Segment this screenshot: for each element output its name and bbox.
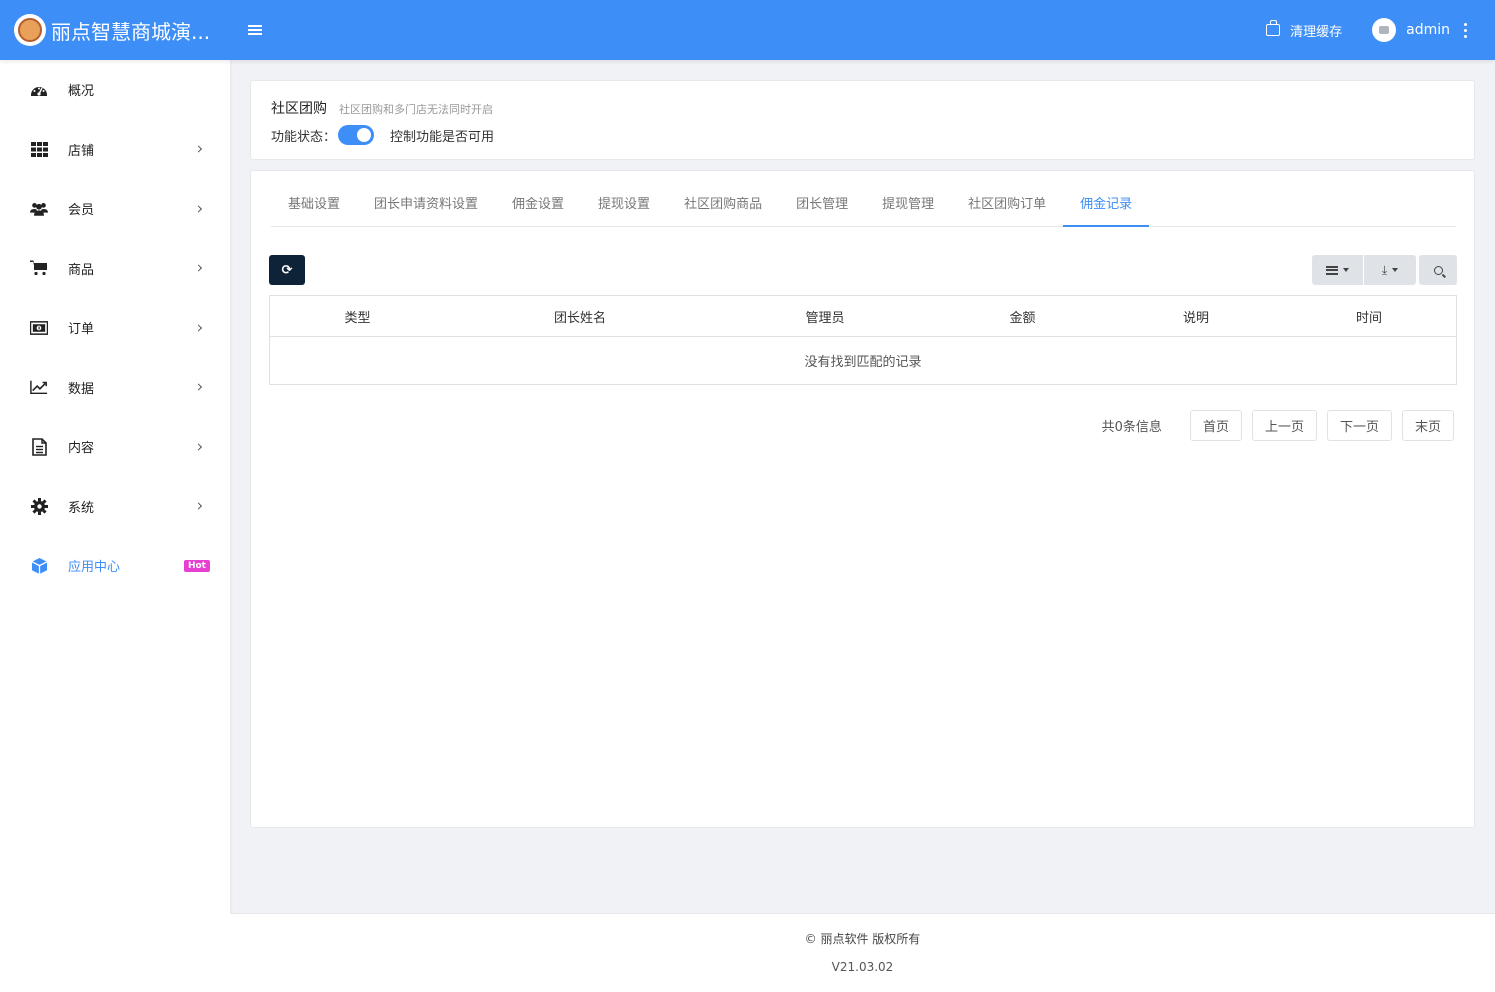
sidebar-item-label: 应用中心 <box>68 560 121 576</box>
table-toolbar: ⤓ <box>1312 255 1457 285</box>
avatar <box>1372 18 1397 42</box>
chevron-right-icon <box>194 264 203 272</box>
column-header-amount[interactable]: 金额 <box>935 296 1110 336</box>
users-icon <box>30 200 48 218</box>
dashboard-icon <box>30 81 48 99</box>
tab-group-buy-orders[interactable]: 社区团购订单 <box>951 189 1063 227</box>
top-bar: 丽点智慧商城演... 清理缓存 admin <box>0 0 1495 60</box>
sidebar-item-overview[interactable]: 概况 <box>0 60 230 120</box>
clear-cache-label: 清理缓存 <box>1290 24 1343 40</box>
tab-group-buy-products[interactable]: 社区团购商品 <box>667 189 779 227</box>
sidebar-item-label: 订单 <box>68 322 95 338</box>
brand[interactable]: 丽点智慧商城演... <box>0 0 230 60</box>
prev-page-button[interactable]: 上一页 <box>1251 410 1317 441</box>
sidebar-item-label: 系统 <box>68 500 95 516</box>
column-header-leader-name[interactable]: 团长姓名 <box>445 296 715 336</box>
chevron-right-icon <box>194 324 203 332</box>
sidebar-item-content[interactable]: 内容 <box>0 417 230 477</box>
sidebar-item-label: 概况 <box>68 84 95 100</box>
more-vertical-icon[interactable] <box>1464 22 1467 38</box>
chevron-right-icon <box>194 145 203 153</box>
search-icon <box>1433 265 1443 275</box>
tab-commission-settings[interactable]: 佣金设置 <box>495 189 581 227</box>
empty-message: 没有找到匹配的记录 <box>804 355 922 370</box>
username: admin <box>1406 22 1450 38</box>
records-table: 类型 团长姓名 管理员 金额 说明 时间 没有找到匹配的记录 <box>269 295 1457 385</box>
gear-icon <box>30 497 48 515</box>
list-icon <box>1326 265 1338 275</box>
sidebar: 概况 店铺 会员 商品 订单 数据 内容 系统 应用中心 Hot <box>0 60 230 992</box>
main-card: 基础设置 团长申请资料设置 佣金设置 提现设置 社区团购商品 团长管理 提现管理… <box>250 170 1475 828</box>
first-page-button[interactable]: 首页 <box>1189 410 1242 441</box>
column-header-description[interactable]: 说明 <box>1110 296 1282 336</box>
feature-toggle[interactable] <box>338 125 375 145</box>
search-button[interactable] <box>1419 255 1457 285</box>
logo-icon <box>14 14 46 46</box>
export-button[interactable]: ⤓ <box>1364 255 1416 285</box>
tab-commission-records[interactable]: 佣金记录 <box>1063 189 1150 227</box>
pagination: 共0条信息 首页 上一页 下一页 末页 <box>1102 410 1454 441</box>
sidebar-item-system[interactable]: 系统 <box>0 477 230 537</box>
status-description: 控制功能是否可用 <box>390 129 495 145</box>
chart-line-icon <box>30 378 48 396</box>
cart-icon <box>30 259 48 277</box>
tab-leader-application-settings[interactable]: 团长申请资料设置 <box>357 189 495 227</box>
basket-icon <box>1266 20 1281 36</box>
chevron-right-icon <box>194 443 203 451</box>
sidebar-item-label: 会员 <box>68 203 95 219</box>
caret-down-icon <box>1392 268 1399 272</box>
sidebar-item-label: 店铺 <box>68 143 95 159</box>
feature-status-card: 社区团购 社区团购和多门店无法同时开启 功能状态： 控制功能是否可用 <box>250 80 1475 160</box>
tab-withdrawal-settings[interactable]: 提现设置 <box>581 189 667 227</box>
column-header-time[interactable]: 时间 <box>1282 296 1456 336</box>
feature-title: 社区团购 <box>271 101 327 117</box>
grid-icon <box>30 140 48 158</box>
tab-basic-settings[interactable]: 基础设置 <box>271 189 357 227</box>
refresh-button[interactable]: ⟳ <box>269 255 305 285</box>
brand-title: 丽点智慧商城演... <box>51 19 211 44</box>
sidebar-item-store[interactable]: 店铺 <box>0 120 230 180</box>
sidebar-item-label: 内容 <box>68 441 95 457</box>
chevron-right-icon <box>194 383 203 391</box>
tab-bar: 基础设置 团长申请资料设置 佣金设置 提现设置 社区团购商品 团长管理 提现管理… <box>271 189 1456 227</box>
footer: © 丽点软件 版权所有 V21.03.02 <box>230 913 1495 992</box>
tab-withdrawal-management[interactable]: 提现管理 <box>865 189 951 227</box>
sidebar-item-app-center[interactable]: 应用中心 Hot <box>0 536 230 596</box>
columns-toggle-button[interactable] <box>1312 255 1363 285</box>
copyright: © 丽点软件 版权所有 <box>804 932 921 946</box>
version: V21.03.02 <box>831 960 894 974</box>
sidebar-item-label: 数据 <box>68 381 95 397</box>
last-page-button[interactable]: 末页 <box>1401 410 1454 441</box>
menu-toggle-icon[interactable] <box>248 25 262 35</box>
chevron-right-icon <box>194 502 203 510</box>
chevron-right-icon <box>194 205 203 213</box>
next-page-button[interactable]: 下一页 <box>1326 410 1392 441</box>
column-header-type[interactable]: 类型 <box>270 296 445 336</box>
user-menu[interactable]: admin <box>1372 18 1450 42</box>
status-label: 功能状态： <box>271 129 337 145</box>
total-count: 共0条信息 <box>1101 420 1162 435</box>
sidebar-item-orders[interactable]: 订单 <box>0 298 230 358</box>
document-icon <box>30 437 48 456</box>
money-icon <box>30 319 48 337</box>
sidebar-item-label: 商品 <box>68 262 95 278</box>
table-header: 类型 团长姓名 管理员 金额 说明 时间 <box>270 296 1456 337</box>
clear-cache-button[interactable]: 清理缓存 <box>1266 20 1343 40</box>
sidebar-item-data[interactable]: 数据 <box>0 358 230 418</box>
caret-down-icon <box>1343 268 1349 272</box>
sidebar-item-products[interactable]: 商品 <box>0 239 230 299</box>
feature-subtitle: 社区团购和多门店无法同时开启 <box>339 103 493 116</box>
refresh-icon: ⟳ <box>281 262 293 278</box>
sidebar-item-members[interactable]: 会员 <box>0 179 230 239</box>
tab-leader-management[interactable]: 团长管理 <box>779 189 865 227</box>
hot-badge: Hot <box>183 559 210 572</box>
column-header-admin[interactable]: 管理员 <box>715 296 935 336</box>
cube-icon <box>30 557 48 575</box>
download-icon: ⤓ <box>1381 263 1388 277</box>
